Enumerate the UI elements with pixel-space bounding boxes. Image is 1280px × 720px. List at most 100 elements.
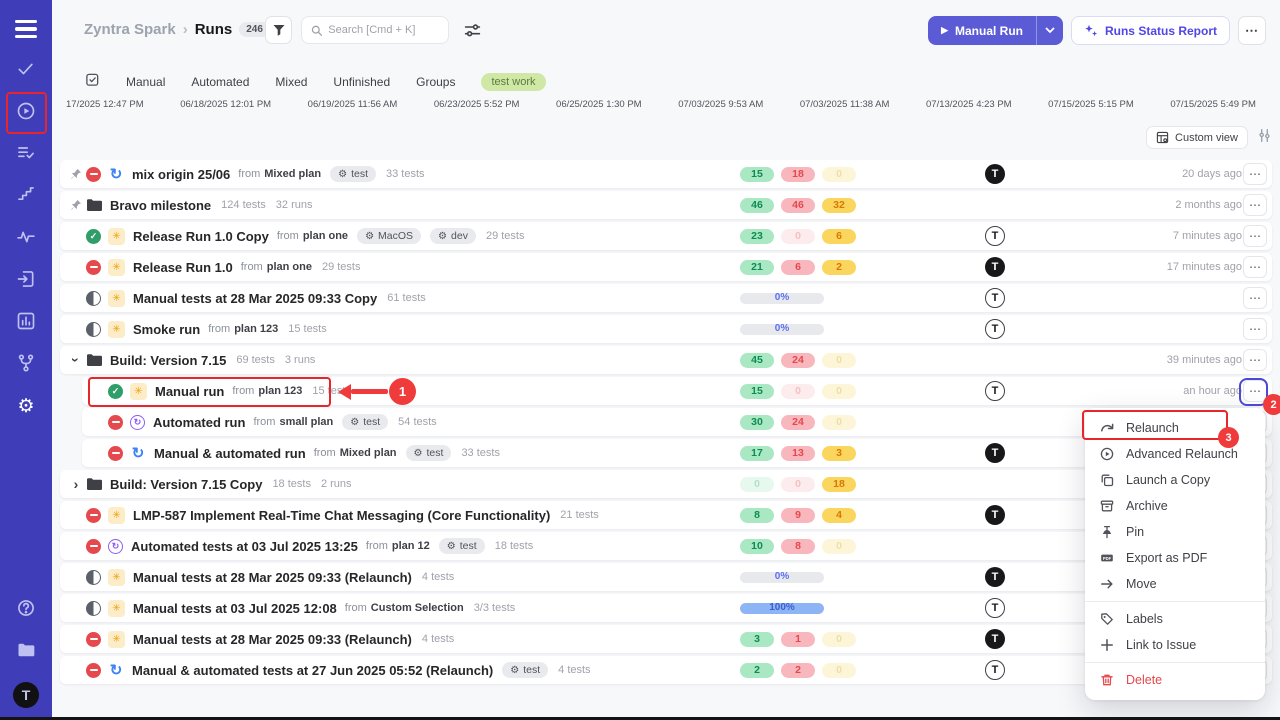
row-more-button[interactable]: ⋯ [1243, 380, 1267, 402]
from-label: from [345, 602, 367, 614]
config-badge: ⚙test [502, 662, 548, 678]
manual-run-button[interactable]: ▶ Manual Run [928, 16, 1036, 45]
menu-item-launch-a-copy[interactable]: Launch a Copy [1085, 467, 1265, 493]
menu-item-move[interactable]: Move [1085, 571, 1265, 597]
stat-pill: 2 [740, 663, 774, 678]
run-row[interactable]: ✳Release Run 1.0fromplan one29 tests2162… [60, 253, 1272, 281]
stat-pill: 0 [822, 663, 856, 678]
run-row[interactable]: ↻mix origin 25/06fromMixed plan⚙test33 t… [60, 160, 1272, 188]
timeline-date: 06/18/2025 12:01 PM [180, 99, 271, 110]
sidebar-item-gear[interactable]: ⚙ [0, 386, 52, 428]
run-row[interactable]: Bravo milestone124 tests32 runs4646322 m… [60, 191, 1272, 219]
plan-name[interactable]: Custom Selection [371, 602, 464, 614]
plan-name[interactable]: plan 123 [234, 323, 278, 335]
assignee-avatar: T [985, 226, 1005, 246]
tab-unfinished[interactable]: Unfinished [333, 75, 390, 89]
gear-icon: ⚙ [438, 231, 447, 242]
pin-icon [66, 168, 86, 180]
breadcrumb-project[interactable]: Zyntra Spark [84, 21, 176, 38]
chevron-right-icon[interactable]: › [66, 477, 86, 491]
tune-icon[interactable] [464, 22, 481, 44]
stat-pill: 17 [740, 446, 774, 461]
display-settings-icon[interactable] [1257, 128, 1272, 148]
play-circle-icon [16, 101, 36, 126]
automated-run-icon: ↻ [130, 415, 145, 430]
breadcrumb-separator-icon: › [183, 21, 188, 38]
updated-time: 17 minutes ago [1167, 261, 1242, 273]
tag-filter-test-work[interactable]: test work [481, 73, 545, 91]
menu-item-label: Labels [1126, 612, 1163, 626]
menu-item-export-as-pdf[interactable]: PDFExport as PDF [1085, 545, 1265, 571]
runs-status-report-button[interactable]: Runs Status Report [1071, 16, 1230, 45]
plan-name[interactable]: plan one [267, 261, 312, 273]
search-box[interactable] [301, 16, 449, 44]
sidebar-item-help[interactable] [16, 598, 36, 623]
stopped-status-icon [86, 260, 101, 275]
row-more-button[interactable]: ⋯ [1243, 225, 1267, 247]
row-more-button[interactable]: ⋯ [1243, 194, 1267, 216]
manual-run-dropdown-button[interactable] [1036, 16, 1063, 45]
menu-item-pin[interactable]: Pin [1085, 519, 1265, 545]
sidebar-item-branch[interactable] [0, 344, 52, 386]
plan-name[interactable]: plan 123 [258, 385, 302, 397]
sidebar-item-folder[interactable] [16, 640, 36, 665]
sidebar-item-bar-chart[interactable] [0, 302, 52, 344]
menu-item-delete[interactable]: Delete [1085, 667, 1265, 693]
tests-count: 33 tests [386, 168, 425, 180]
stat-pill: 23 [740, 229, 774, 244]
search-input[interactable] [328, 24, 439, 36]
row-more-button[interactable]: ⋯ [1243, 256, 1267, 278]
plan-name[interactable]: plan 12 [392, 540, 430, 552]
stat-pill: 6 [822, 229, 856, 244]
stat-pill: 0 [822, 539, 856, 554]
menu-item-labels[interactable]: Labels [1085, 606, 1265, 632]
plan-name[interactable]: Mixed plan [264, 168, 321, 180]
sidebar-item-activity[interactable] [0, 218, 52, 260]
run-row[interactable]: ›Build: Version 7.1569 tests3 runs452403… [60, 346, 1272, 374]
menu-item-label: Launch a Copy [1126, 473, 1210, 487]
sidebar-item-hamburger-menu[interactable] [0, 8, 52, 50]
tab-groups[interactable]: Groups [416, 75, 455, 89]
pin-icon[interactable] [66, 199, 86, 211]
row-more-button[interactable]: ⋯ [1243, 287, 1267, 309]
custom-view-button[interactable]: Custom view [1146, 126, 1248, 149]
row-more-button[interactable]: ⋯ [1243, 349, 1267, 371]
tab-manual[interactable]: Manual [126, 75, 165, 89]
run-row[interactable]: ✳Manual tests at 28 Mar 2025 09:33 Copy6… [60, 284, 1272, 312]
run-row[interactable]: ✳Smoke runfromplan 12315 tests0%T⋯ [60, 315, 1272, 343]
filter-button[interactable] [265, 16, 292, 44]
progress-status-icon [86, 570, 101, 585]
custom-view-label: Custom view [1175, 132, 1238, 144]
run-row[interactable]: ✓✳Manual runfromplan 12315 tests1500Tan … [82, 377, 1272, 405]
stat-pill: 4 [822, 508, 856, 523]
plan-name[interactable]: small plan [279, 416, 333, 428]
sidebar-item-enter[interactable] [0, 260, 52, 302]
menu-item-relaunch[interactable]: Relaunch [1085, 415, 1265, 441]
menu-item-archive[interactable]: Archive [1085, 493, 1265, 519]
run-row[interactable]: ✓✳Release Run 1.0 Copyfromplan one⚙MacOS… [60, 222, 1272, 250]
stat-pill: 1 [781, 632, 815, 647]
plan-name[interactable]: Mixed plan [340, 447, 397, 459]
run-title: Manual tests at 03 Jul 2025 12:08 [133, 601, 337, 616]
stat-pill: 3 [740, 632, 774, 647]
bulk-edit-icon[interactable] [85, 72, 100, 92]
row-more-button[interactable]: ⋯ [1243, 318, 1267, 340]
tab-automated[interactable]: Automated [191, 75, 249, 89]
sidebar-item-logo-avatar[interactable]: T [13, 682, 39, 708]
chevron-down-icon[interactable]: › [69, 350, 83, 370]
stopped-status-icon [86, 632, 101, 647]
menu-item-advanced-relaunch[interactable]: Advanced Relaunch [1085, 441, 1265, 467]
tab-mixed[interactable]: Mixed [275, 75, 307, 89]
sidebar-item-check[interactable] [0, 50, 52, 92]
sidebar-item-play-circle[interactable] [0, 92, 52, 134]
stat-pill: 2 [822, 260, 856, 275]
sidebar-item-steps[interactable] [0, 176, 52, 218]
header-more-button[interactable]: ⋯ [1238, 16, 1266, 45]
row-more-button[interactable]: ⋯ [1243, 163, 1267, 185]
from-label: from [366, 540, 388, 552]
sidebar-item-list-check[interactable] [0, 134, 52, 176]
plan-name[interactable]: plan one [303, 230, 348, 242]
config-badge: ⚙dev [430, 228, 476, 244]
tests-count: 21 tests [560, 509, 599, 521]
menu-item-link-to-issue[interactable]: Link to Issue [1085, 632, 1265, 658]
